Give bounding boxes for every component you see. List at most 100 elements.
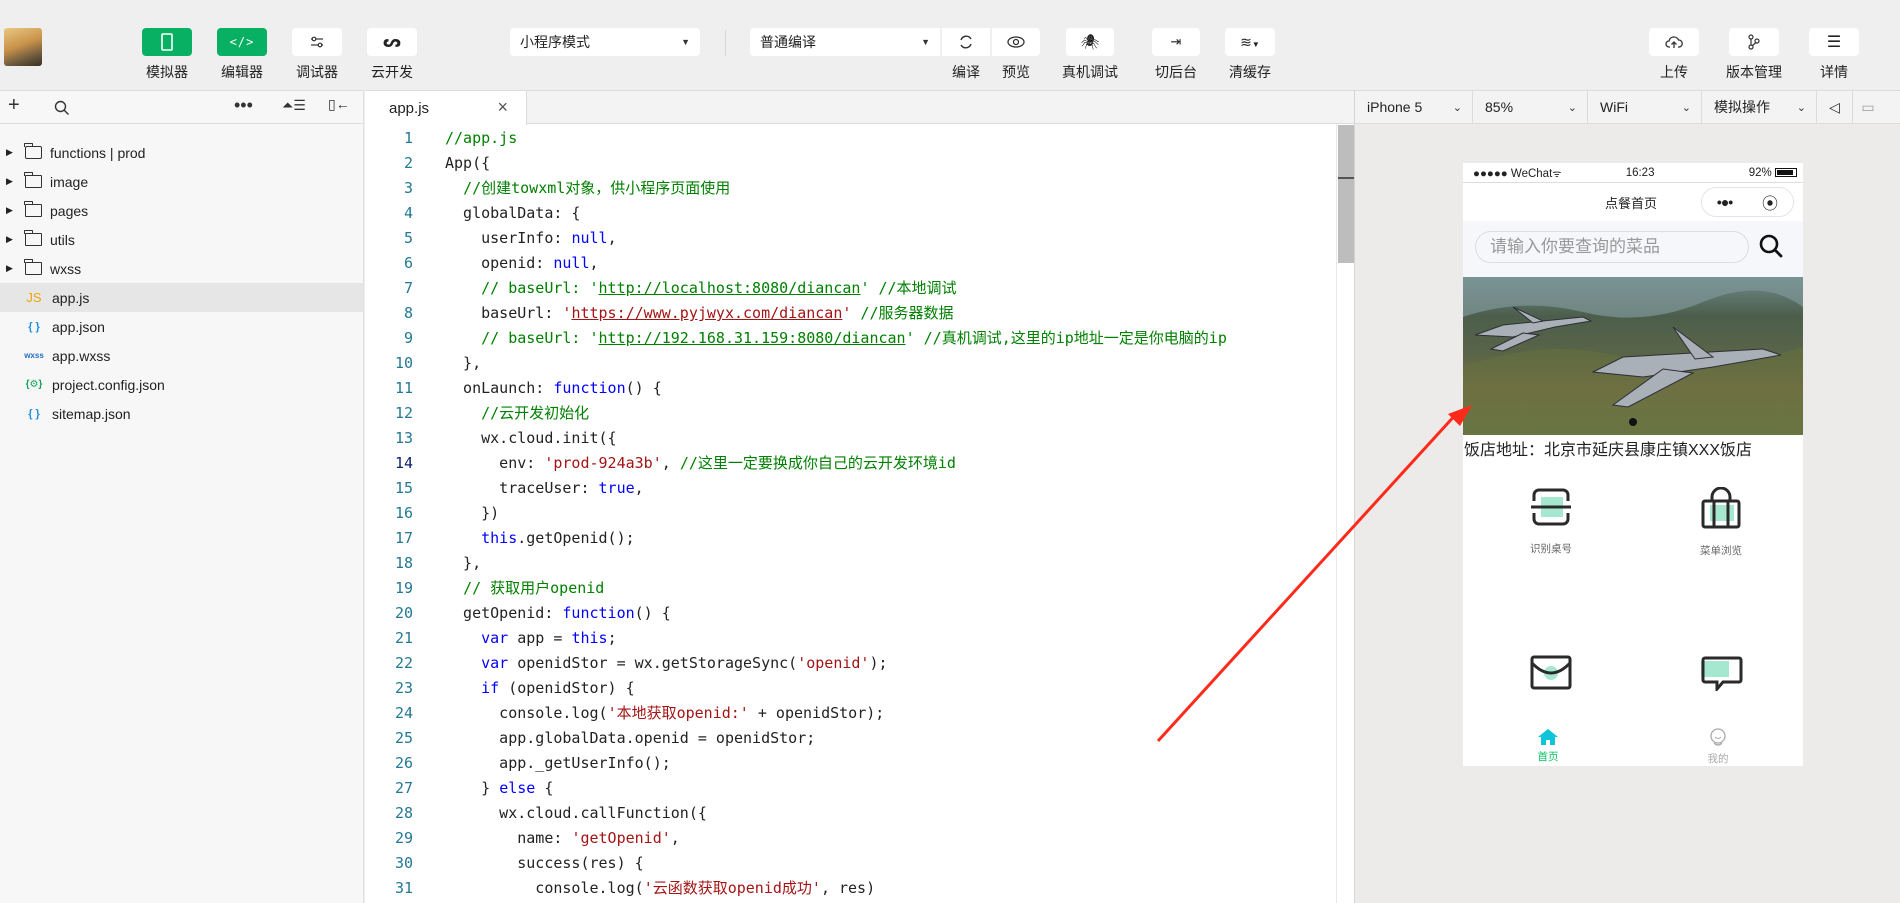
code-line[interactable]: 20 getOpenid: function() { [365, 601, 1335, 626]
tree-item-project-config[interactable]: {⚙} project.config.json [0, 370, 363, 399]
compile-button[interactable] [942, 28, 990, 56]
network-select[interactable]: WiFi ⌄ [1588, 91, 1702, 123]
tree-item-sitemap-json[interactable]: { } sitemap.json [0, 399, 363, 428]
code-line[interactable]: 25 app.globalData.openid = openidStor; [365, 726, 1335, 751]
upload-button[interactable] [1649, 28, 1699, 56]
line-content: wx.cloud.init({ [445, 429, 617, 447]
code-line[interactable]: 3 //创建towxml对象，供小程序页面使用 [365, 176, 1335, 201]
mode-select[interactable]: 小程序模式 ▼ [510, 28, 700, 56]
operation-select[interactable]: 模拟操作 ⌄ [1702, 91, 1817, 123]
code-line[interactable]: 1 //app.js [365, 126, 1335, 151]
expand-arrow-icon[interactable]: ▶ [6, 234, 16, 245]
remote-debug-button[interactable]: 🕷 [1066, 28, 1114, 56]
tree-item-functions[interactable]: ▶ functions | prod [0, 138, 363, 167]
tree-item-app-json[interactable]: { } app.json [0, 312, 363, 341]
avatar[interactable] [4, 28, 42, 66]
zoom-select[interactable]: 85% ⌄ [1473, 91, 1588, 123]
carousel-indicator[interactable] [1629, 418, 1637, 426]
device-select[interactable]: iPhone 5 ⌄ [1355, 91, 1473, 123]
expand-arrow-icon[interactable]: ▶ [6, 263, 16, 274]
carrier: ●●●●● WeChatᯤ [1473, 167, 1562, 180]
mute-button[interactable]: ◁ [1817, 91, 1853, 123]
code-line[interactable]: 8 baseUrl: 'https://www.pyjwyx.com/dianc… [365, 301, 1335, 326]
tree-item-utils[interactable]: ▶ utils [0, 225, 363, 254]
code-line[interactable]: 19 // 获取用户openid [365, 576, 1335, 601]
code-area[interactable]: 1//app.js 2 App({3 //创建towxml对象，供小程序页面使用 4 … [365, 126, 1335, 901]
grid-item-message[interactable] [1681, 655, 1761, 705]
expand-arrow-icon[interactable]: ▶ [6, 147, 16, 158]
code-line[interactable]: 14 env: 'prod-924a3b', //这里一定要换成你自己的云开发环… [365, 451, 1335, 476]
code-line[interactable]: 27 } else { [365, 776, 1335, 801]
code-line[interactable]: 4 globalData: { [365, 201, 1335, 226]
editor-scrollbar[interactable] [1336, 124, 1355, 903]
expand-arrow-icon[interactable]: ▶ [6, 176, 16, 187]
preview-button[interactable] [992, 28, 1040, 56]
code-line[interactable]: 22 var openidStor = wx.getStorageSync('o… [365, 651, 1335, 676]
clear-cache-button[interactable]: ≋▼ [1225, 28, 1275, 56]
battery: 92% [1749, 167, 1797, 179]
json-file-icon: { } [28, 320, 40, 333]
debugger-toggle-button[interactable] [292, 28, 342, 56]
code-line[interactable]: 5 userInfo: null, [365, 226, 1335, 251]
tab-app-js[interactable]: app.js × [365, 91, 527, 125]
code-line[interactable]: 6 openid: null, [365, 251, 1335, 276]
search-icon[interactable] [54, 100, 70, 116]
code-line[interactable]: 16 }) [365, 501, 1335, 526]
simulator-toggle-button[interactable] [142, 28, 192, 56]
code-line[interactable]: 15 traceUser: true, [365, 476, 1335, 501]
tree-item-app-js[interactable]: JS app.js [0, 283, 363, 312]
tab-label: app.js [389, 99, 430, 117]
code-line[interactable]: 11 onLaunch: function() { [365, 376, 1335, 401]
close-icon[interactable]: × [497, 97, 508, 118]
simulator-toolbar: iPhone 5 ⌄ 85% ⌄ WiFi ⌄ 模拟操作 ⌄ ◁ ▭ [1355, 90, 1900, 124]
code-line[interactable]: 18 }, [365, 551, 1335, 576]
code-line[interactable]: 26 app._getUserInfo(); [365, 751, 1335, 776]
search-icon[interactable] [1758, 233, 1784, 259]
line-content: name: 'getOpenid', [445, 829, 680, 847]
add-icon[interactable]: + [8, 94, 20, 117]
tree-item-image[interactable]: ▶ image [0, 167, 363, 196]
code-line[interactable]: 12 //云开发初始化 [365, 401, 1335, 426]
more-icon[interactable]: •●• [1717, 194, 1733, 210]
version-control-button[interactable] [1729, 28, 1779, 56]
code-line[interactable]: 2 App({ [365, 151, 1335, 176]
tree-item-pages[interactable]: ▶ pages [0, 196, 363, 225]
line-content: var app = this; [481, 629, 617, 647]
code-line[interactable]: 24 console.log('本地获取openid:' + openidSto… [365, 701, 1335, 726]
collapse-all-icon[interactable]: ⏶☰ [282, 97, 306, 114]
more-icon[interactable]: ••• [234, 95, 253, 116]
code-line[interactable]: 13 wx.cloud.init({ [365, 426, 1335, 451]
feature-grid: 识别桌号 菜单浏览 [1463, 467, 1803, 766]
code-line[interactable]: 29 name: 'getOpenid', [365, 826, 1335, 851]
tree-item-app-wxss[interactable]: wxss app.wxss [0, 341, 363, 370]
line-content: App({ [445, 154, 491, 172]
grid-item-menu-browse[interactable]: 菜单浏览 [1681, 487, 1761, 558]
code-line[interactable]: 21 var app = this; [365, 626, 1335, 651]
details-button[interactable]: ☰ [1809, 28, 1859, 56]
expand-arrow-icon[interactable]: ▶ [6, 205, 16, 216]
hide-sidebar-icon[interactable]: ▯← [328, 96, 350, 113]
code-line[interactable]: 10 }, [365, 351, 1335, 376]
compile-select[interactable]: 普通编译 ▼ [750, 28, 940, 56]
banner-carousel[interactable] [1463, 277, 1803, 435]
tab-home[interactable]: 首页 [1518, 728, 1578, 764]
popout-button[interactable]: ▭ [1853, 91, 1883, 123]
close-mini-program-icon[interactable]: ⦿ [1762, 190, 1778, 214]
code-line[interactable]: 9 // baseUrl: 'http://192.168.31.159:808… [365, 326, 1335, 351]
code-line[interactable]: 28 wx.cloud.callFunction({ [365, 801, 1335, 826]
line-content: //云开发初始化 [481, 404, 590, 422]
code-line[interactable]: 23 if (openidStor) { [365, 676, 1335, 701]
search-input[interactable]: 请输入你要查询的菜品 [1475, 231, 1749, 263]
cloud-dev-button[interactable]: ᔕ [367, 28, 417, 56]
tree-item-wxss[interactable]: ▶ wxss [0, 254, 363, 283]
code-line[interactable]: 7 // baseUrl: 'http://localhost:8080/dia… [365, 276, 1335, 301]
tab-profile[interactable]: 我的 [1688, 728, 1748, 766]
grid-item-scan-table[interactable]: 识别桌号 [1511, 487, 1591, 556]
switch-background-button[interactable]: ⇥ [1152, 28, 1200, 56]
code-line[interactable]: 17 this.getOpenid(); [365, 526, 1335, 551]
grid-item-mail[interactable] [1511, 655, 1591, 705]
editor-toggle-button[interactable]: </> [217, 28, 267, 56]
scrollbar-thumb[interactable] [1338, 125, 1355, 263]
code-line[interactable]: 31 console.log('云函数获取openid成功', res) [365, 876, 1335, 901]
code-line[interactable]: 30 success(res) { [365, 851, 1335, 876]
